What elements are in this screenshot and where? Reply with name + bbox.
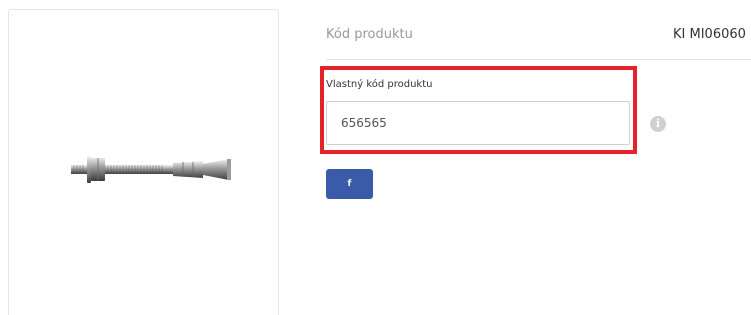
product-detail-page: Kód produktu KI MI06060 Vlastný kód prod… bbox=[0, 0, 751, 315]
custom-code-label: Vlastný kód produktu bbox=[326, 79, 433, 90]
product-code-label: Kód produktu bbox=[326, 27, 413, 42]
facebook-icon: f bbox=[347, 179, 352, 189]
info-icon[interactable]: i bbox=[650, 116, 666, 132]
product-image-anchor-bolt bbox=[71, 156, 231, 183]
custom-code-input[interactable] bbox=[326, 101, 630, 145]
product-image-panel bbox=[8, 9, 279, 315]
facebook-share-button[interactable]: f bbox=[326, 169, 373, 199]
product-code-row: Kód produktu KI MI06060 bbox=[326, 24, 751, 60]
divider bbox=[326, 59, 751, 60]
product-code-value: KI MI06060 bbox=[673, 27, 746, 42]
